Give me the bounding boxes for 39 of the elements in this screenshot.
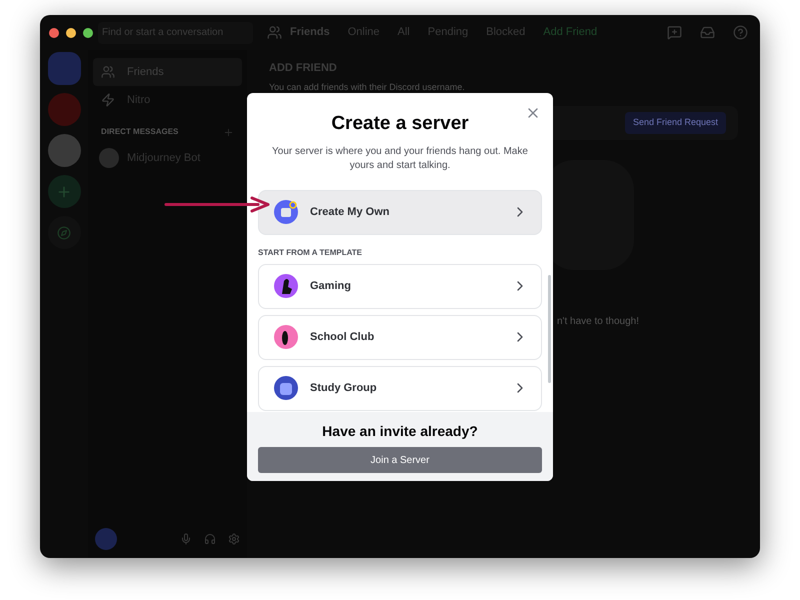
friends-icon — [101, 65, 116, 79]
inbox-icon[interactable] — [700, 25, 715, 40]
user-avatar — [95, 528, 118, 550]
friends-tab[interactable]: Add Friend — [543, 24, 598, 41]
friends-icon — [267, 25, 282, 40]
explore-button[interactable] — [48, 216, 81, 249]
home-server-icon[interactable] — [48, 52, 81, 85]
study-template-icon — [272, 374, 300, 402]
template-option[interactable]: School Club — [258, 314, 542, 360]
template-option[interactable]: Study Group — [258, 366, 542, 410]
own-template-icon — [272, 198, 300, 226]
help-icon[interactable] — [733, 25, 748, 40]
avatar — [99, 148, 120, 168]
plus-icon[interactable] — [223, 126, 234, 138]
description-text: You can add friends with their Discord username. — [269, 80, 466, 94]
zoom-window-control[interactable] — [83, 28, 93, 38]
add-server-button[interactable] — [48, 175, 81, 208]
dialog-title: Create a server — [330, 112, 470, 136]
compass-icon — [57, 226, 72, 240]
join-server-button[interactable]: Join a Server — [258, 447, 542, 473]
template-option[interactable]: Gaming — [258, 264, 542, 308]
send-request-button[interactable]: Send Friend Request — [624, 112, 726, 134]
section-label: DIRECT MESSAGES — [101, 126, 178, 138]
footer-title: Have an invite already? — [322, 422, 478, 441]
microphone-icon[interactable] — [180, 533, 192, 545]
create-own-option[interactable]: Create My Own — [258, 190, 542, 234]
headphones-icon[interactable] — [204, 533, 216, 545]
dialog-subtitle: Your server is where you and your friends hang out. Make yours and start talking. — [271, 144, 529, 172]
close-window-control[interactable] — [49, 28, 59, 38]
section-label: START FROM A TEMPLATE — [258, 246, 363, 258]
new-message-icon[interactable] — [667, 25, 682, 40]
scrollbar-thumb[interactable] — [548, 275, 551, 383]
nitro-icon — [101, 93, 116, 107]
empty-state-text: n't have to though! — [557, 315, 640, 329]
minimize-window-control[interactable] — [66, 28, 76, 38]
gaming-template-icon — [272, 272, 300, 300]
settings-icon[interactable] — [228, 533, 240, 545]
school-template-icon — [272, 323, 300, 351]
server-icon[interactable] — [48, 93, 81, 126]
